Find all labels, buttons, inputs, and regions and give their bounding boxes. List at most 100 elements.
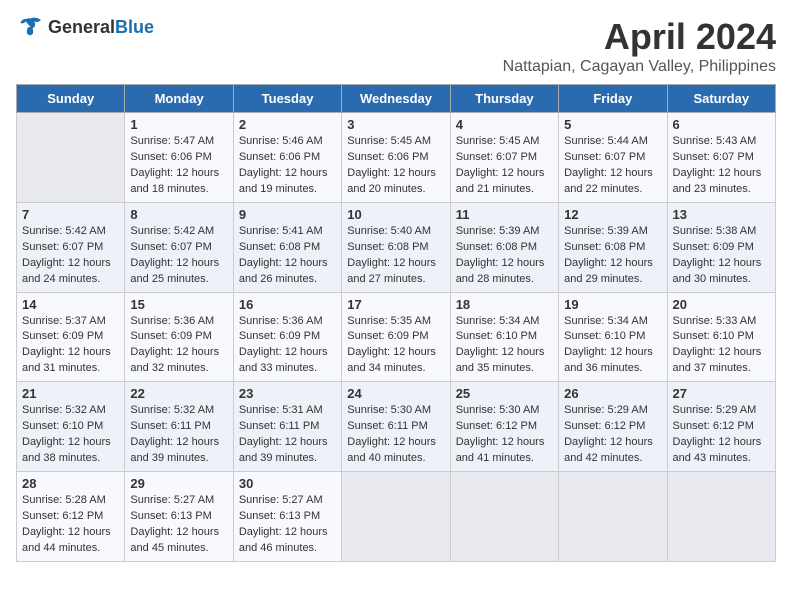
day-number: 10 — [347, 207, 444, 222]
day-number: 8 — [130, 207, 227, 222]
calendar-cell: 12Sunrise: 5:39 AM Sunset: 6:08 PM Dayli… — [559, 202, 667, 292]
page-header: GeneralBlue April 2024 Nattapian, Cagaya… — [16, 16, 776, 76]
day-number: 13 — [673, 207, 770, 222]
calendar-cell: 7 Sunrise: 5:42 AM Sunset: 6:07 PM Daylig… — [17, 202, 125, 292]
cell-content: Sunrise: 5:36 AM Sunset: 6:09 PM Dayligh… — [130, 314, 227, 378]
calendar-cell: 21Sunrise: 5:32 AM Sunset: 6:10 PM Dayli… — [17, 382, 125, 472]
location: Nattapian, Cagayan Valley, Philippines — [503, 58, 776, 76]
day-number: 22 — [130, 386, 227, 401]
day-number: 23 — [239, 386, 336, 401]
logo-blue: Blue — [115, 17, 154, 37]
cell-content: Sunrise: 5:42 AM Sunset: 6:07 PM Dayligh… — [22, 224, 119, 288]
calendar-cell: 24Sunrise: 5:30 AM Sunset: 6:11 PM Dayli… — [342, 382, 450, 472]
calendar-cell — [450, 472, 558, 562]
day-number: 7 — [22, 207, 119, 222]
cell-content: Sunrise: 5:34 AM Sunset: 6:10 PM Dayligh… — [456, 314, 553, 378]
calendar-cell: 2Sunrise: 5:46 AM Sunset: 6:06 PM Daylig… — [233, 113, 341, 203]
calendar-cell — [342, 472, 450, 562]
cell-content: Sunrise: 5:37 AM Sunset: 6:09 PM Dayligh… — [22, 314, 119, 378]
calendar-week-row: 1Sunrise: 5:47 AM Sunset: 6:06 PM Daylig… — [17, 113, 776, 203]
cell-content: Sunrise: 5:42 AM Sunset: 6:07 PM Dayligh… — [130, 224, 227, 288]
calendar-week-row: 21Sunrise: 5:32 AM Sunset: 6:10 PM Dayli… — [17, 382, 776, 472]
calendar-cell: 28 Sunrise: 5:28 AM Sunset: 6:12 PM Dayli… — [17, 472, 125, 562]
calendar-week-row: 7 Sunrise: 5:42 AM Sunset: 6:07 PM Daylig… — [17, 202, 776, 292]
calendar-cell: 16 Sunrise: 5:36 AM Sunset: 6:09 PM Dayli… — [233, 292, 341, 382]
calendar-cell — [667, 472, 775, 562]
day-number: 29 — [130, 476, 227, 491]
calendar-cell: 5 Sunrise: 5:44 AM Sunset: 6:07 PM Daylig… — [559, 113, 667, 203]
cell-content: Sunrise: 5:27 AM Sunset: 6:13 PM Dayligh… — [130, 493, 227, 557]
day-number: 15 — [130, 297, 227, 312]
cell-content: Sunrise: 5:39 AM Sunset: 6:08 PM Dayligh… — [564, 224, 661, 288]
calendar-cell: 9 Sunrise: 5:41 AM Sunset: 6:08 PM Daylig… — [233, 202, 341, 292]
logo-general: General — [48, 17, 115, 37]
calendar-cell: 18 Sunrise: 5:34 AM Sunset: 6:10 PM Dayli… — [450, 292, 558, 382]
calendar-cell: 15 Sunrise: 5:36 AM Sunset: 6:09 PM Dayli… — [125, 292, 233, 382]
cell-content: Sunrise: 5:32 AM Sunset: 6:11 PM Dayligh… — [130, 403, 227, 467]
day-number: 1 — [130, 117, 227, 132]
cell-content: Sunrise: 5:36 AM Sunset: 6:09 PM Dayligh… — [239, 314, 336, 378]
calendar-cell: 26 Sunrise: 5:29 AM Sunset: 6:12 PM Dayli… — [559, 382, 667, 472]
logo-bird-icon — [16, 16, 44, 38]
calendar-cell: 4Sunrise: 5:45 AM Sunset: 6:07 PM Daylig… — [450, 113, 558, 203]
cell-content: Sunrise: 5:28 AM Sunset: 6:12 PM Dayligh… — [22, 493, 119, 557]
calendar-cell: 3 Sunrise: 5:45 AM Sunset: 6:06 PM Daylig… — [342, 113, 450, 203]
day-number: 20 — [673, 297, 770, 312]
day-number: 25 — [456, 386, 553, 401]
cell-content: Sunrise: 5:41 AM Sunset: 6:08 PM Dayligh… — [239, 224, 336, 288]
day-number: 3 — [347, 117, 444, 132]
day-number: 14 — [22, 297, 119, 312]
column-header-tuesday: Tuesday — [233, 85, 341, 113]
day-number: 5 — [564, 117, 661, 132]
cell-content: Sunrise: 5:32 AM Sunset: 6:10 PM Dayligh… — [22, 403, 119, 467]
day-number: 11 — [456, 207, 553, 222]
cell-content: Sunrise: 5:45 AM Sunset: 6:06 PM Dayligh… — [347, 134, 444, 198]
day-number: 27 — [673, 386, 770, 401]
calendar-cell — [559, 472, 667, 562]
cell-content: Sunrise: 5:30 AM Sunset: 6:12 PM Dayligh… — [456, 403, 553, 467]
day-number: 17 — [347, 297, 444, 312]
calendar-cell: 13 Sunrise: 5:38 AM Sunset: 6:09 PM Dayli… — [667, 202, 775, 292]
title-block: April 2024 Nattapian, Cagayan Valley, Ph… — [503, 16, 776, 76]
day-number: 9 — [239, 207, 336, 222]
calendar-cell: 29 Sunrise: 5:27 AM Sunset: 6:13 PM Dayli… — [125, 472, 233, 562]
day-number: 6 — [673, 117, 770, 132]
calendar-cell: 25 Sunrise: 5:30 AM Sunset: 6:12 PM Dayli… — [450, 382, 558, 472]
cell-content: Sunrise: 5:29 AM Sunset: 6:12 PM Dayligh… — [564, 403, 661, 467]
cell-content: Sunrise: 5:30 AM Sunset: 6:11 PM Dayligh… — [347, 403, 444, 467]
day-number: 28 — [22, 476, 119, 491]
cell-content: Sunrise: 5:38 AM Sunset: 6:09 PM Dayligh… — [673, 224, 770, 288]
day-number: 16 — [239, 297, 336, 312]
month-title: April 2024 — [503, 16, 776, 58]
cell-content: Sunrise: 5:46 AM Sunset: 6:06 PM Dayligh… — [239, 134, 336, 198]
calendar-cell: 20 Sunrise: 5:33 AM Sunset: 6:10 PM Dayli… — [667, 292, 775, 382]
calendar-cell — [17, 113, 125, 203]
column-header-monday: Monday — [125, 85, 233, 113]
calendar-week-row: 28 Sunrise: 5:28 AM Sunset: 6:12 PM Dayli… — [17, 472, 776, 562]
calendar-cell: 11Sunrise: 5:39 AM Sunset: 6:08 PM Dayli… — [450, 202, 558, 292]
calendar-cell: 17Sunrise: 5:35 AM Sunset: 6:09 PM Dayli… — [342, 292, 450, 382]
cell-content: Sunrise: 5:43 AM Sunset: 6:07 PM Dayligh… — [673, 134, 770, 198]
logo-text: GeneralBlue — [48, 17, 154, 38]
cell-content: Sunrise: 5:44 AM Sunset: 6:07 PM Dayligh… — [564, 134, 661, 198]
day-number: 19 — [564, 297, 661, 312]
calendar-cell: 8 Sunrise: 5:42 AM Sunset: 6:07 PM Daylig… — [125, 202, 233, 292]
cell-content: Sunrise: 5:31 AM Sunset: 6:11 PM Dayligh… — [239, 403, 336, 467]
day-number: 26 — [564, 386, 661, 401]
calendar-cell: 6 Sunrise: 5:43 AM Sunset: 6:07 PM Daylig… — [667, 113, 775, 203]
calendar-week-row: 14 Sunrise: 5:37 AM Sunset: 6:09 PM Dayli… — [17, 292, 776, 382]
calendar-cell: 23 Sunrise: 5:31 AM Sunset: 6:11 PM Dayli… — [233, 382, 341, 472]
column-header-sunday: Sunday — [17, 85, 125, 113]
column-header-friday: Friday — [559, 85, 667, 113]
day-number: 30 — [239, 476, 336, 491]
calendar-header-row: SundayMondayTuesdayWednesdayThursdayFrid… — [17, 85, 776, 113]
cell-content: Sunrise: 5:29 AM Sunset: 6:12 PM Dayligh… — [673, 403, 770, 467]
calendar-cell: 19Sunrise: 5:34 AM Sunset: 6:10 PM Dayli… — [559, 292, 667, 382]
column-header-wednesday: Wednesday — [342, 85, 450, 113]
cell-content: Sunrise: 5:33 AM Sunset: 6:10 PM Dayligh… — [673, 314, 770, 378]
cell-content: Sunrise: 5:45 AM Sunset: 6:07 PM Dayligh… — [456, 134, 553, 198]
calendar-cell: 30Sunrise: 5:27 AM Sunset: 6:13 PM Dayli… — [233, 472, 341, 562]
column-header-saturday: Saturday — [667, 85, 775, 113]
calendar-cell: 22 Sunrise: 5:32 AM Sunset: 6:11 PM Dayli… — [125, 382, 233, 472]
day-number: 18 — [456, 297, 553, 312]
